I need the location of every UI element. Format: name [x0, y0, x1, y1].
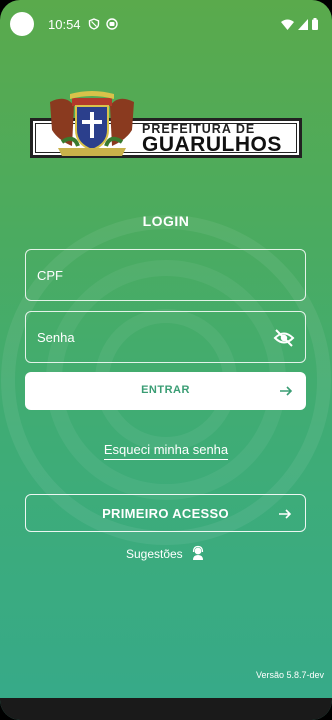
status-time: 10:54: [48, 17, 81, 32]
sugestoes-label: Sugestões: [125, 547, 183, 561]
cpf-placeholder: CPF: [37, 268, 63, 283]
logo-text-guarulhos: GUARULHOS: [142, 133, 282, 156]
cpf-field[interactable]: CPF: [25, 249, 306, 301]
battery-icon: [312, 18, 318, 30]
notification-app-icon: [106, 18, 118, 30]
password-placeholder: Senha: [37, 330, 75, 345]
arrow-right-icon: [280, 386, 293, 396]
app-screen: 10:54 PREFEITURA DE GUARULHOS LOGIN CPF …: [0, 0, 332, 720]
wifi-icon: [281, 19, 294, 30]
support-agent-icon: [192, 545, 204, 560]
password-field[interactable]: Senha: [25, 311, 306, 363]
camera-cutout: [10, 12, 34, 36]
arrow-right-icon: [279, 509, 292, 519]
primeiro-acesso-label: PRIMEIRO ACESSO: [102, 506, 229, 521]
sugestoes-link[interactable]: Sugestões: [0, 545, 332, 561]
forgot-password-link[interactable]: Esqueci minha senha: [103, 442, 229, 460]
navigation-bar: [0, 698, 332, 720]
status-bar: 10:54: [0, 0, 332, 48]
login-title: LOGIN: [142, 213, 190, 229]
coat-of-arms-icon: [50, 91, 134, 156]
forgot-password-link-wrap: Esqueci minha senha: [0, 441, 332, 460]
app-version: Versão 5.8.7-dev: [255, 670, 324, 680]
prefeitura-logo: PREFEITURA DE GUARULHOS: [30, 90, 302, 166]
eye-off-icon[interactable]: [273, 327, 295, 349]
primeiro-acesso-button[interactable]: PRIMEIRO ACESSO: [25, 494, 306, 532]
system-icons: [281, 18, 318, 30]
entrar-label: ENTRAR: [141, 384, 190, 396]
signal-icon: [298, 18, 308, 30]
entrar-button[interactable]: ENTRAR: [25, 372, 306, 410]
shield-icon: [88, 18, 100, 30]
